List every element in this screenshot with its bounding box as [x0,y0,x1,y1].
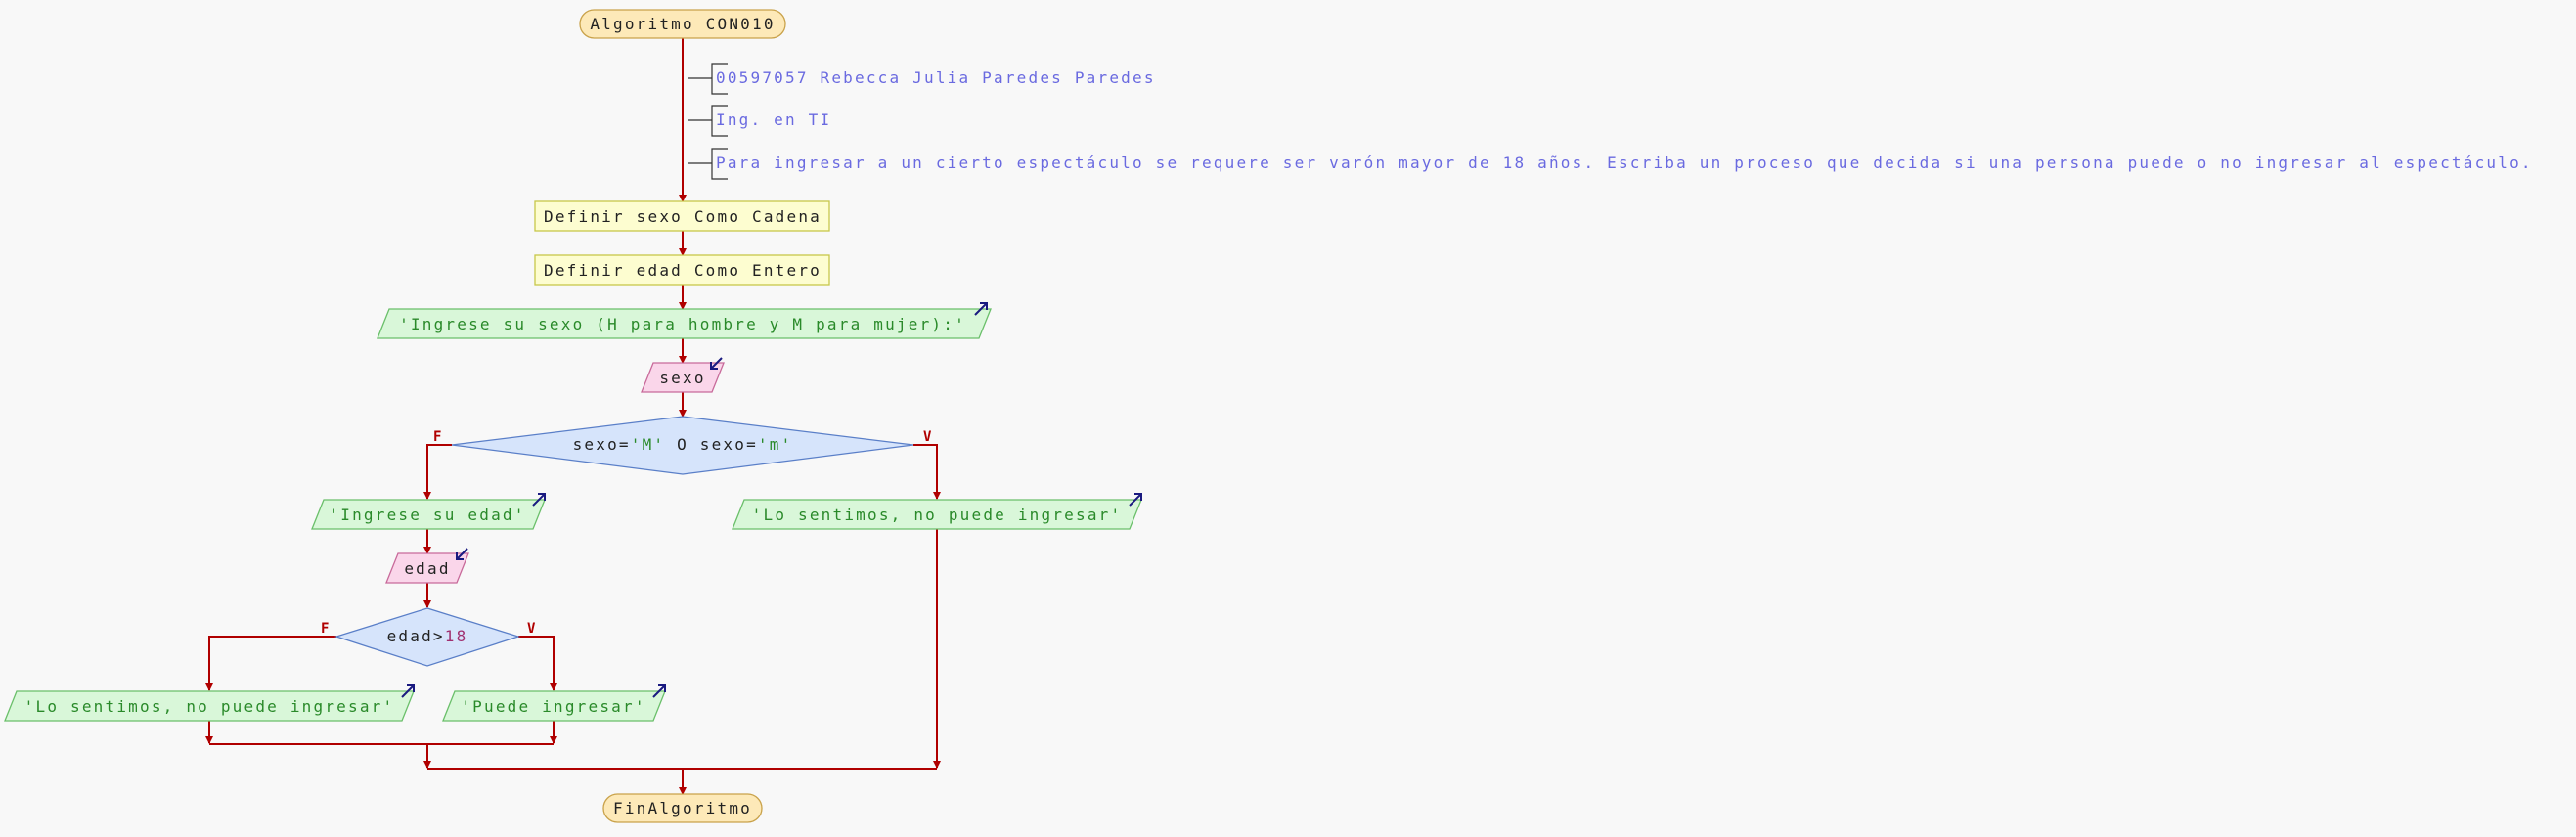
comment-program: Ing. en TI [716,110,831,129]
connectors [205,37,941,795]
decision-edad-false-label: F [321,621,329,637]
connector-sexo-false [423,444,452,500]
decision-edad-number: 18 [445,627,468,645]
start-terminal: Algoritmo CON010 [579,9,786,39]
output-msg-no-1: 'Lo sentimos, no puede ingresar' [732,493,1142,530]
input-read-sexo: sexo [641,357,725,393]
decision-edad: edad>18 F V [321,607,536,667]
flowchart: 00597057 Rebecca Julia Paredes Paredes I… [4,9,2533,823]
decision-sexo-literal1: 'M' [631,435,666,454]
decision-edad-true-label: V [527,621,536,637]
decision-sexo-true-label: V [923,429,932,445]
decision-sexo: sexo='M' O sexo='m' F V [433,416,932,475]
decision-sexo-literal2: 'm' [758,435,793,454]
define-edad-label: Definir edad Como Entero [544,261,822,280]
output-msg-no-1-label: 'Lo sentimos, no puede ingresar' [752,506,1123,524]
output-msg-yes-label: 'Puede ingresar' [461,697,645,716]
output-prompt-sexo: 'Ingrese su sexo (H para hombre y M para… [377,302,992,339]
start-label: Algoritmo CON010 [590,15,775,33]
output-msg-yes: 'Puede ingresar' [442,684,666,722]
output-prompt-edad: 'Ingrese su edad' [311,493,546,530]
output-msg-no-2-label: 'Lo sentimos, no puede ingresar' [24,697,395,716]
connector-edad-true [518,636,557,691]
define-sexo: Definir sexo Como Cadena [534,200,830,232]
decision-edad-var: edad> [387,627,445,645]
define-edad: Definir edad Como Entero [534,254,830,286]
comment-author: 00597057 Rebecca Julia Paredes Paredes [716,68,1156,87]
connector-sexo-true [913,444,941,500]
comment-description: Para ingresar a un cierto espectáculo se… [716,154,2533,172]
output-prompt-sexo-label: 'Ingrese su sexo (H para hombre y M para… [399,315,966,333]
decision-sexo-operator: O [665,435,700,454]
decision-sexo-var1: sexo= [573,435,631,454]
decision-sexo-false-label: F [433,429,441,445]
output-prompt-edad-label: 'Ingrese su edad' [329,506,525,524]
define-sexo-label: Definir sexo Como Cadena [544,207,822,226]
input-read-edad-label: edad [404,559,450,578]
end-terminal: FinAlgoritmo [602,793,763,823]
input-read-edad: edad [385,548,469,584]
input-read-sexo-label: sexo [659,369,705,387]
end-label: FinAlgoritmo [613,799,752,817]
decision-edad-condition: edad>18 [387,627,468,645]
output-msg-no-2: 'Lo sentimos, no puede ingresar' [4,684,415,722]
connector-edad-false [205,636,336,691]
decision-sexo-var2: sexo= [700,435,758,454]
decision-sexo-condition: sexo='M' O sexo='m' [573,435,793,454]
